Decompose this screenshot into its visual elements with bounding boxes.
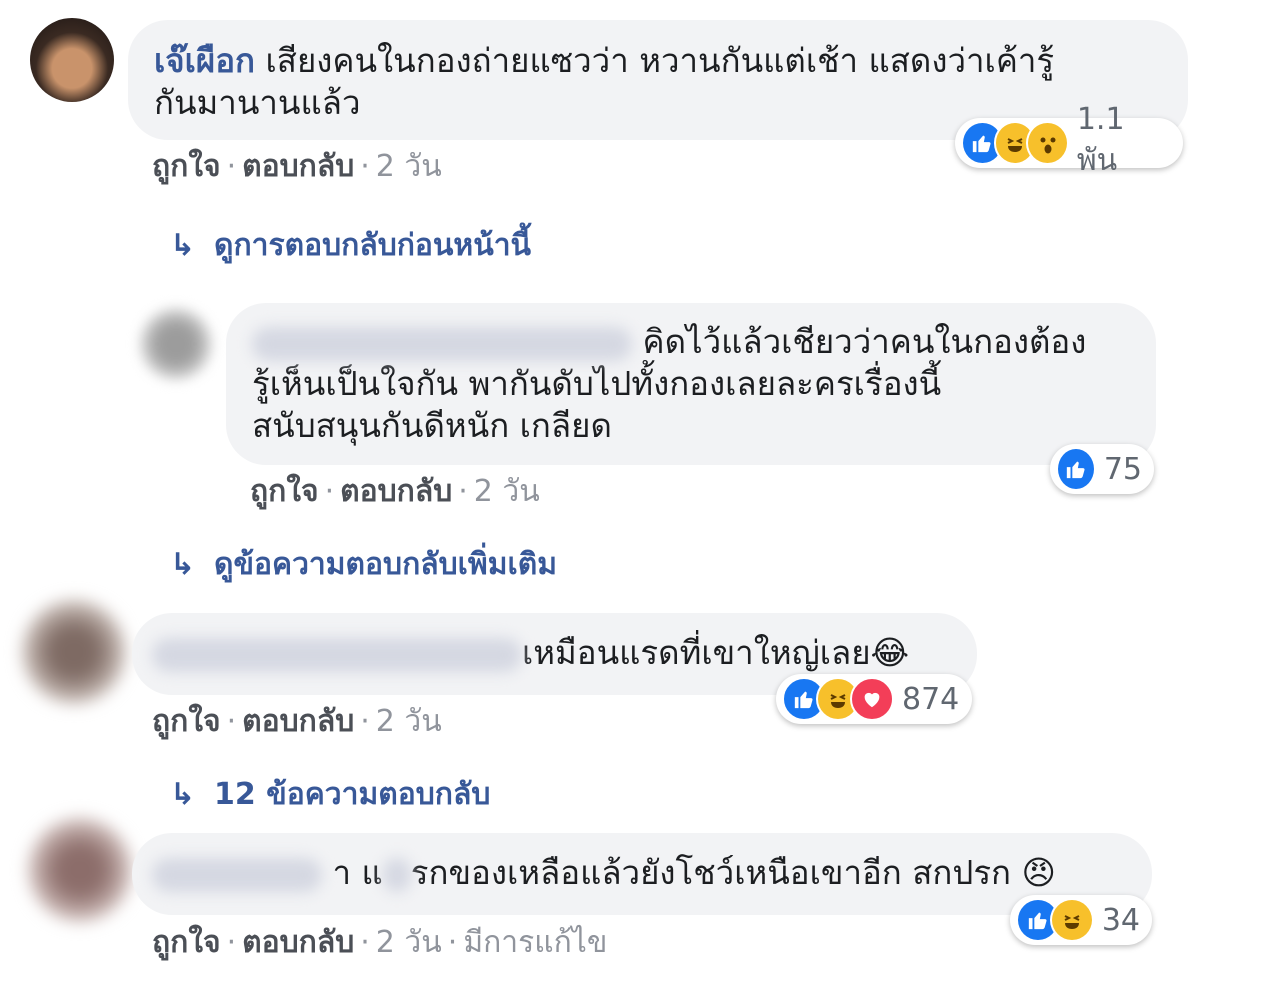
like-link[interactable]: ถูกใจ (152, 149, 221, 184)
avatar[interactable] (22, 600, 126, 704)
comment-bubble: คิดไว้แล้วเชียวว่าคนในกองต้อง รู้เห็นเป็… (226, 303, 1156, 465)
reply-link[interactable]: ตอบกลับ (340, 474, 452, 509)
comment-text: รกของเหลือแล้วยังโชว์เหนือเขาอีก สกปรก (410, 853, 1012, 892)
like-link[interactable]: ถูกใจ (250, 474, 319, 509)
redacted-text (382, 857, 411, 892)
comment-text: กันมานานแล้ว (154, 83, 361, 122)
timestamp[interactable]: 2 วัน (376, 149, 442, 184)
view-previous-replies-link[interactable]: ↳ ดูการตอบกลับก่อนหน้านี้ (170, 222, 531, 269)
view-previous-replies-label: ดูการตอบกลับก่อนหน้านี้ (214, 228, 532, 263)
like-link[interactable]: ถูกใจ (152, 925, 221, 960)
comment-text: เหมือนแรดที่เขาใหญ่เลย (522, 633, 871, 672)
comment-actions: ถูกใจ · ตอบกลับ · 2 วัน (250, 468, 540, 515)
separator: · (360, 149, 370, 184)
reaction-summary[interactable]: 1.1 พัน (955, 102, 1183, 178)
reply-link[interactable]: ตอบกลับ (242, 925, 354, 960)
separator: · (324, 474, 335, 509)
haha-icon (1049, 898, 1094, 942)
timestamp[interactable]: 2 วัน (474, 474, 540, 509)
avatar[interactable] (30, 18, 114, 102)
redacted-author (252, 326, 632, 361)
comment-text: เสียงคนในกองถ่ายแซวว่า หวานกันแต่เช้า แส… (265, 41, 1055, 80)
comment-actions: ถูกใจ · ตอบกลับ · 2 วัน (152, 143, 442, 190)
reply-link[interactable]: ตอบกลับ (242, 704, 354, 739)
comment-actions: ถูกใจ · ตอบกลับ · 2 วัน (152, 698, 442, 745)
love-icon (850, 677, 894, 721)
tears-of-joy-emoji: 😂 (870, 633, 910, 672)
separator: · (226, 704, 237, 739)
reaction-summary[interactable]: 75 (1050, 444, 1154, 494)
comment-text: า แ (332, 853, 383, 892)
reaction-count: 1.1 พัน (1076, 102, 1125, 178)
separator: · (458, 474, 468, 509)
avatar[interactable] (28, 818, 132, 922)
reply-link[interactable]: ตอบกลับ (242, 149, 354, 184)
comment-text: สนับสนุนกันดีหนัก เกลียด (252, 406, 612, 445)
reaction-summary[interactable]: 874 (776, 674, 972, 724)
separator: · (360, 704, 370, 739)
comment-actions: ถูกใจ · ตอบกลับ · 2 วัน · มีการแก้ไข (152, 919, 607, 966)
angry-face-emoji: 😠 (1021, 853, 1056, 892)
view-more-replies-link[interactable]: ↳ ดูข้อความตอบกลับเพิ่มเติม (170, 541, 557, 588)
comment-bubble: า แ รกของเหลือแล้วยังโชว์เหนือเขาอีก สกปร… (132, 833, 1152, 915)
reply-arrow-icon: ↳ (170, 777, 196, 812)
timestamp[interactable]: 2 วัน (376, 704, 442, 739)
reaction-count: 34 (1101, 902, 1140, 938)
reply-count-link[interactable]: ↳ 12 ข้อความตอบกลับ (170, 771, 490, 818)
separator: · (360, 925, 370, 960)
comment-author[interactable]: เจ๊เผือก (154, 41, 255, 80)
reply-arrow-icon: ↳ (170, 547, 196, 582)
separator: · (226, 925, 237, 960)
like-link[interactable]: ถูกใจ (152, 704, 221, 739)
reply-count-label: 12 ข้อความตอบกลับ (214, 777, 491, 812)
reply-arrow-icon: ↳ (170, 228, 196, 263)
separator: · (226, 149, 237, 184)
view-more-replies-label: ดูข้อความตอบกลับเพิ่มเติม (214, 547, 557, 582)
reaction-count: 75 (1103, 451, 1142, 487)
avatar[interactable] (140, 308, 212, 380)
reaction-count: 874 (902, 681, 960, 717)
comment-text: คิดไว้แล้วเชียวว่าคนในกองต้อง (642, 322, 1087, 361)
redacted-author (152, 637, 522, 672)
wow-icon (1026, 121, 1069, 165)
timestamp[interactable]: 2 วัน (376, 925, 442, 960)
edited-label[interactable]: มีการแก้ไข (463, 925, 607, 960)
separator: · (447, 925, 458, 960)
like-icon (1056, 447, 1096, 491)
reaction-summary[interactable]: 34 (1010, 895, 1152, 945)
redacted-author (152, 857, 322, 892)
comment-text: รู้เห็นเป็นใจกัน พากันดับไปทั้งกองเลยละค… (252, 364, 942, 403)
